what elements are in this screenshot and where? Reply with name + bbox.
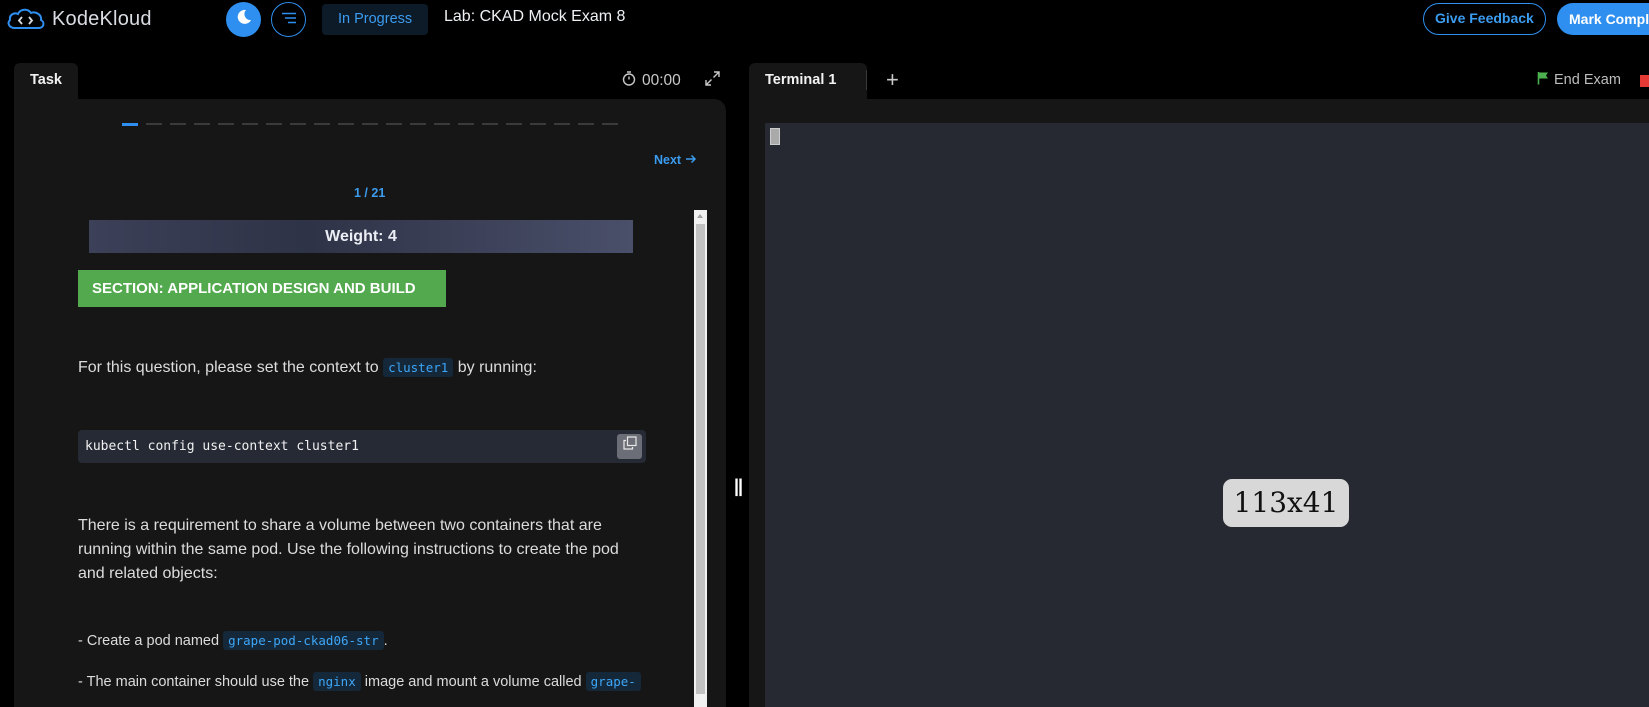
progress-segment bbox=[290, 123, 306, 125]
inline-code: grape- bbox=[585, 672, 641, 691]
logo-text: KodeKloud bbox=[52, 7, 152, 30]
expand-icon bbox=[705, 71, 720, 90]
command-code-block: kubectl config use-context cluster1 bbox=[78, 430, 646, 463]
add-terminal-button[interactable]: + bbox=[886, 67, 899, 93]
progress-segment bbox=[362, 123, 378, 125]
bullet-text: - Create a pod named bbox=[78, 633, 224, 649]
end-exam-button[interactable]: End Exam bbox=[1537, 71, 1621, 89]
exam-timer: 00:00 bbox=[622, 71, 681, 91]
progress-segment bbox=[242, 123, 258, 125]
progress-segment bbox=[554, 123, 570, 125]
next-label: Next bbox=[654, 153, 682, 167]
status-badge: In Progress bbox=[322, 4, 429, 35]
progress-segment bbox=[314, 123, 330, 125]
progress-segment bbox=[578, 123, 594, 125]
progress-segment bbox=[434, 123, 450, 125]
progress-segment bbox=[602, 123, 618, 125]
context-instruction: For this question, please set the contex… bbox=[78, 356, 648, 380]
requirement-text: There is a requirement to share a volume… bbox=[78, 517, 619, 582]
kodekloud-logo[interactable]: KodeKloud bbox=[6, 6, 152, 32]
stopwatch-icon bbox=[622, 71, 636, 91]
stop-icon[interactable] bbox=[1640, 75, 1649, 87]
top-header: KodeKloud In Progress Lab: CKAD Mock Exa… bbox=[0, 0, 1649, 40]
intro-text-end: by running: bbox=[453, 359, 537, 376]
expand-button[interactable] bbox=[705, 71, 720, 91]
progress-segment bbox=[386, 123, 402, 125]
scroll-up-icon[interactable] bbox=[697, 214, 703, 218]
page-title: Lab: CKAD Mock Exam 8 bbox=[444, 8, 626, 25]
bullet-text: - The main container should use the bbox=[78, 674, 314, 690]
cloud-code-icon bbox=[6, 6, 46, 32]
progress-segment bbox=[170, 123, 186, 125]
copy-button[interactable] bbox=[617, 434, 642, 459]
weight-banner: Weight: 4 bbox=[89, 220, 633, 253]
copy-icon bbox=[622, 430, 637, 463]
theme-toggle-button[interactable] bbox=[226, 2, 261, 37]
tab-task[interactable]: Task bbox=[14, 63, 78, 99]
scrollbar-thumb[interactable] bbox=[696, 224, 705, 694]
mark-complete-button[interactable]: Mark Compl bbox=[1557, 3, 1649, 35]
bullet-text-end: . bbox=[383, 633, 388, 649]
flag-icon bbox=[1537, 71, 1549, 89]
progress-segment bbox=[122, 122, 138, 126]
progress-segment bbox=[458, 123, 474, 125]
moon-icon bbox=[235, 8, 253, 31]
progress-segment bbox=[266, 123, 282, 125]
give-feedback-button[interactable]: Give Feedback bbox=[1423, 3, 1546, 35]
progress-segment bbox=[338, 123, 354, 125]
terminal-cursor bbox=[770, 128, 780, 145]
timer-value: 00:00 bbox=[642, 72, 681, 89]
bullet-item: - Create a pod named grape-pod-ckad06-st… bbox=[78, 629, 648, 653]
task-scrollbar[interactable] bbox=[694, 210, 707, 707]
progress-segment bbox=[482, 123, 498, 125]
progress-segment bbox=[530, 123, 546, 125]
command-text: kubectl config use-context cluster1 bbox=[85, 439, 359, 454]
tab-terminal-1[interactable]: Terminal 1 bbox=[749, 63, 867, 99]
question-progress bbox=[122, 122, 618, 126]
end-exam-label: End Exam bbox=[1554, 72, 1621, 88]
panel-resize-handle[interactable]: || bbox=[734, 476, 743, 497]
progress-segment bbox=[218, 123, 234, 125]
section-banner: SECTION: APPLICATION DESIGN AND BUILD bbox=[78, 270, 446, 307]
bullet-text-mid: image and mount a volume called bbox=[360, 674, 586, 690]
progress-segment bbox=[410, 123, 426, 125]
inline-code: grape-pod-ckad06-str bbox=[223, 631, 384, 650]
question-counter: 1 / 21 bbox=[354, 186, 386, 200]
progress-segment bbox=[506, 123, 522, 125]
tab-divider bbox=[866, 70, 867, 90]
bullet-item: - The main container should use the ngin… bbox=[78, 670, 646, 694]
next-question-button[interactable]: Next bbox=[654, 153, 697, 167]
menu-button[interactable] bbox=[271, 2, 306, 37]
terminal-screen[interactable] bbox=[765, 123, 1649, 707]
inline-code: cluster1 bbox=[383, 358, 454, 377]
progress-segment bbox=[194, 123, 210, 125]
arrow-right-icon bbox=[685, 153, 697, 167]
inline-code: nginx bbox=[313, 672, 361, 691]
terminal-size-badge: 113x41 bbox=[1223, 479, 1349, 527]
progress-segment bbox=[146, 123, 162, 125]
menu-lines-icon bbox=[281, 11, 297, 29]
intro-text: For this question, please set the contex… bbox=[78, 359, 384, 376]
